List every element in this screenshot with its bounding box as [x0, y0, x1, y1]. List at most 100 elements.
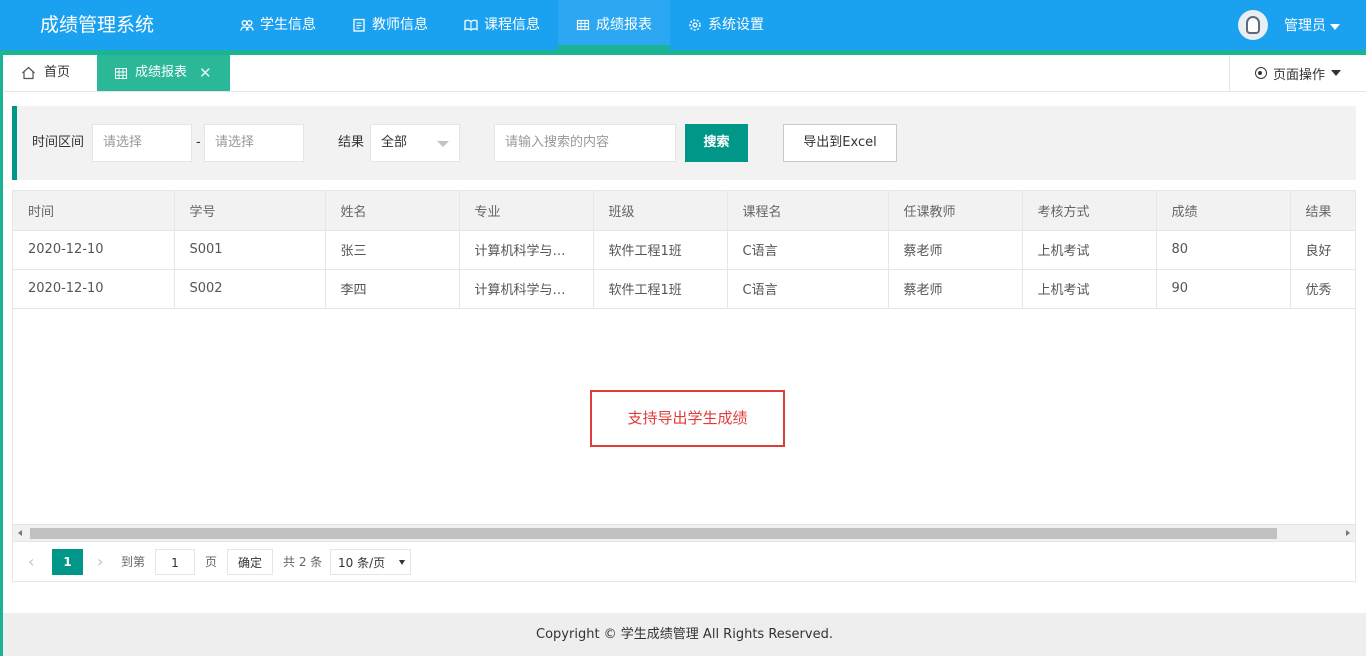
- tab-label: 成绩报表: [135, 65, 188, 80]
- column-header[interactable]: 成绩: [1156, 191, 1291, 231]
- chevron-down-icon: [1331, 70, 1341, 76]
- nav-item-students[interactable]: 学生信息: [222, 0, 334, 50]
- top-header: 成绩管理系统 学生信息 教师信息 课程信息 成绩报表 系统设置 管理员: [0, 0, 1366, 50]
- nav-item-teachers[interactable]: 教师信息: [334, 0, 446, 50]
- nav-label: 系统设置: [708, 17, 764, 33]
- page-ops-label: 页面操作: [1272, 67, 1325, 83]
- time-range-label: 时间区间: [32, 135, 85, 150]
- table-cell: C语言: [727, 269, 889, 309]
- table-row[interactable]: 2020-12-10 S001 张三 计算机科学与… 软件工程1班 C语言 蔡老…: [13, 230, 1355, 270]
- table-cell: C语言: [727, 230, 889, 270]
- nav-label: 成绩报表: [596, 17, 652, 33]
- grades-table-container: 时间 学号 姓名 专业 班级 课程名 任课教师 考核方式 成绩 结果 2020-…: [12, 190, 1356, 582]
- table-cell: 良好: [1290, 230, 1355, 270]
- search-input[interactable]: 请输入搜索的内容: [494, 124, 676, 162]
- column-header[interactable]: 任课教师: [888, 191, 1023, 231]
- tab-bar: 首页 成绩报表 ✕ 页面操作: [3, 55, 1366, 92]
- table-cell: 上机考试: [1022, 230, 1157, 270]
- chevron-down-icon: [399, 560, 405, 565]
- avatar[interactable]: [1238, 10, 1268, 40]
- chevron-down-icon: [437, 141, 449, 147]
- table-cell: 计算机科学与…: [459, 269, 594, 309]
- app-logo[interactable]: 成绩管理系统: [40, 0, 154, 50]
- table-cell: 蔡老师: [888, 230, 1023, 270]
- tab-home[interactable]: 首页: [3, 55, 97, 91]
- goto-label: 到第: [121, 555, 146, 569]
- gear-icon: [689, 19, 701, 31]
- nav-label: 教师信息: [372, 17, 428, 33]
- clipboard-icon: [353, 18, 365, 32]
- column-header[interactable]: 学号: [174, 191, 326, 231]
- table-cell: S001: [174, 230, 326, 270]
- table-cell: 张三: [325, 230, 460, 270]
- horizontal-scrollbar[interactable]: [13, 524, 1355, 541]
- table-cell: 80: [1156, 230, 1291, 270]
- users-icon: [240, 20, 254, 31]
- book-icon: [464, 19, 478, 31]
- tab-grade-report[interactable]: 成绩报表 ✕: [97, 55, 230, 91]
- column-header[interactable]: 考核方式: [1022, 191, 1157, 231]
- table-cell: 计算机科学与…: [459, 230, 594, 270]
- scroll-left-icon[interactable]: [18, 530, 22, 536]
- scroll-right-icon[interactable]: [1346, 530, 1350, 536]
- nav-label: 学生信息: [260, 17, 316, 33]
- pagination: ‹ 1 › 到第 1 页 确定 共 2 条 10 条/页: [13, 541, 1355, 581]
- column-header[interactable]: 专业: [459, 191, 594, 231]
- nav-item-reports[interactable]: 成绩报表: [558, 0, 670, 50]
- page-size-select[interactable]: 10 条/页: [330, 549, 411, 575]
- table-cell: 90: [1156, 269, 1291, 309]
- user-name-label: 管理员: [1284, 18, 1326, 34]
- column-header[interactable]: 时间: [13, 191, 175, 231]
- date-separator: -: [196, 135, 201, 150]
- search-button[interactable]: 搜索: [685, 124, 748, 162]
- user-menu[interactable]: 管理员: [1238, 0, 1340, 50]
- nav-label: 课程信息: [484, 17, 540, 33]
- footer-copyright: Copyright © 学生成绩管理 All Rights Reserved.: [3, 613, 1366, 656]
- table-cell: S002: [174, 269, 326, 309]
- column-header[interactable]: 结果: [1290, 191, 1355, 231]
- scrollbar-thumb[interactable]: [30, 528, 1277, 539]
- page-1-button[interactable]: 1: [52, 549, 83, 575]
- total-count: 共 2 条: [283, 555, 323, 569]
- column-header[interactable]: 课程名: [727, 191, 889, 231]
- table-cell: 2020-12-10: [13, 230, 175, 270]
- column-header[interactable]: 姓名: [325, 191, 460, 231]
- table-cell: 2020-12-10: [13, 269, 175, 309]
- table-row[interactable]: 2020-12-10 S002 李四 计算机科学与… 软件工程1班 C语言 蔡老…: [13, 269, 1355, 309]
- search-form: 时间区间 请选择 - 请选择 结果 全部 请输入搜索的内容 搜索 导出到Exce…: [12, 106, 1356, 180]
- export-excel-button[interactable]: 导出到Excel: [783, 124, 897, 162]
- table-icon: [115, 67, 127, 79]
- page-operations-button[interactable]: 页面操作: [1229, 55, 1366, 91]
- column-header[interactable]: 班级: [593, 191, 728, 231]
- result-label: 结果: [338, 135, 365, 150]
- chevron-down-icon: [1330, 24, 1340, 30]
- avatar-figure-icon: [1246, 16, 1260, 34]
- result-select[interactable]: 全部: [370, 124, 460, 162]
- target-icon: [1254, 67, 1267, 79]
- table-header-row: 时间 学号 姓名 专业 班级 课程名 任课教师 考核方式 成绩 结果: [13, 191, 1355, 231]
- page-unit-label: 页: [205, 555, 218, 569]
- next-page-button[interactable]: ›: [97, 549, 103, 575]
- nav-item-courses[interactable]: 课程信息: [446, 0, 558, 50]
- table-icon: [576, 19, 590, 31]
- table-cell: 软件工程1班: [593, 230, 728, 270]
- goto-confirm-button[interactable]: 确定: [227, 549, 273, 575]
- nav-item-settings[interactable]: 系统设置: [670, 0, 782, 50]
- prev-page-button[interactable]: ‹: [28, 549, 34, 575]
- table-cell: 李四: [325, 269, 460, 309]
- left-accent-border: [0, 55, 3, 656]
- grades-table: 时间 学号 姓名 专业 班级 课程名 任课教师 考核方式 成绩 结果 2020-…: [13, 191, 1355, 309]
- table-cell: 软件工程1班: [593, 269, 728, 309]
- table-cell: 蔡老师: [888, 269, 1023, 309]
- tab-label: 首页: [44, 65, 71, 80]
- main-nav: 学生信息 教师信息 课程信息 成绩报表 系统设置: [222, 0, 782, 50]
- table-cell: 优秀: [1290, 269, 1355, 309]
- page-size-value: 10 条/页: [338, 556, 386, 570]
- start-date-input[interactable]: 请选择: [92, 124, 192, 162]
- home-icon: [22, 66, 35, 80]
- user-name[interactable]: 管理员: [1284, 15, 1340, 35]
- close-icon[interactable]: ✕: [199, 55, 212, 91]
- result-select-value: 全部: [381, 135, 408, 150]
- goto-page-input[interactable]: 1: [155, 549, 195, 575]
- end-date-input[interactable]: 请选择: [204, 124, 304, 162]
